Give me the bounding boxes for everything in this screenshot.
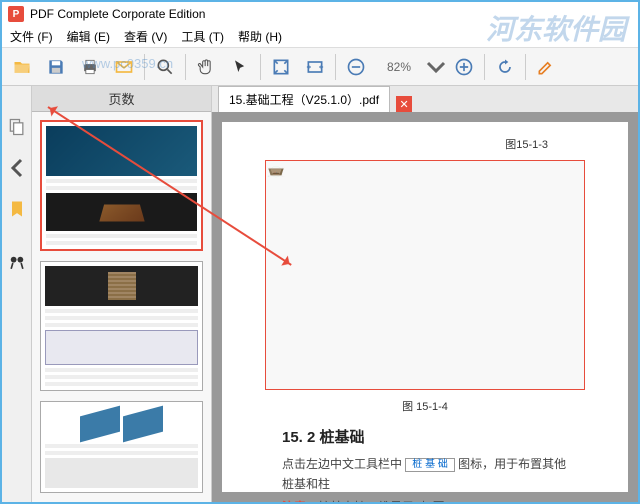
pages-panel-button[interactable] (6, 116, 28, 138)
hand-tool-button[interactable] (190, 51, 222, 83)
open-button[interactable] (6, 51, 38, 83)
bookmarks-button[interactable] (6, 198, 28, 220)
select-tool-button[interactable] (224, 51, 256, 83)
thumbnail-page-3[interactable] (40, 401, 203, 493)
rotate-button[interactable] (489, 51, 521, 83)
menu-view[interactable]: 查看 (V) (118, 26, 173, 47)
figure-label-mid: 图 15-1-4 (242, 398, 608, 414)
save-button[interactable] (40, 51, 72, 83)
zoom-in-button[interactable] (448, 51, 480, 83)
figure-label-top: 图15-1-3 (242, 136, 548, 152)
menu-tools[interactable]: 工具 (T) (175, 26, 230, 47)
tab-label: 15.基础工程（V25.1.0）.pdf (229, 91, 379, 108)
fit-page-button[interactable] (265, 51, 297, 83)
watermark-url: www.pc0359.cn (82, 56, 173, 71)
thumbnail-list[interactable] (32, 112, 211, 502)
zoom-dropdown-icon[interactable] (426, 57, 446, 77)
menu-help[interactable]: 帮助 (H) (232, 26, 288, 47)
paragraph-1: 点击左边中文工具栏中 桩 基 础 图标，用于布置其他桩基和柱 (282, 455, 568, 494)
find-button[interactable] (6, 252, 28, 274)
zoom-value[interactable]: 82% (374, 60, 424, 74)
figure-3d-model (265, 160, 585, 390)
panel-collapse-icon[interactable] (7, 158, 27, 178)
panel-title: 页数 (32, 86, 211, 112)
app-icon: P (8, 6, 24, 22)
thumbnail-page-2[interactable] (40, 261, 203, 391)
paragraph-note: 注意：桩基支持三维显示, 如图 15-2-1。 (282, 498, 568, 502)
menu-edit[interactable]: 编辑 (E) (61, 26, 116, 47)
close-tab-button[interactable]: ✕ (396, 96, 412, 112)
thumbnail-page-1[interactable] (40, 120, 203, 251)
page-view[interactable]: 图15-1-3 (222, 122, 628, 492)
zoom-out-button[interactable] (340, 51, 372, 83)
fit-width-button[interactable] (299, 51, 331, 83)
inline-toolbar-icon: 桩 基 础 (405, 458, 455, 472)
document-tab[interactable]: 15.基础工程（V25.1.0）.pdf (218, 86, 390, 112)
app-title: PDF Complete Corporate Edition (30, 7, 205, 21)
menu-file[interactable]: 文件 (F) (4, 26, 59, 47)
edit-button[interactable] (530, 51, 562, 83)
section-heading: 15. 2 桩基础 (282, 426, 568, 447)
